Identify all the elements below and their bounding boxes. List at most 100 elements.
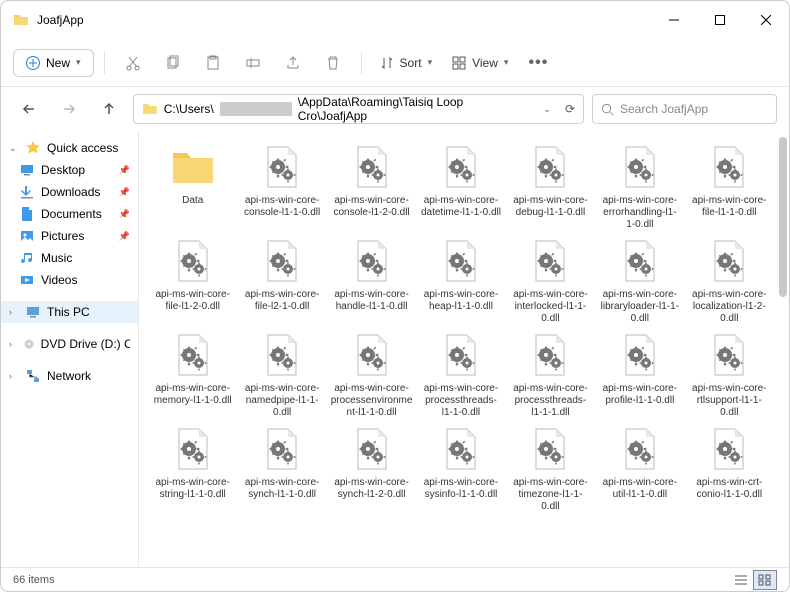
close-button[interactable] [743,1,789,39]
forward-button[interactable] [53,93,85,125]
file-label: api-ms-win-core-timezone-l1-1-0.dll [509,477,591,513]
window-controls [651,1,789,39]
sidebar-dvd[interactable]: › DVD Drive (D:) CCCC [1,333,138,355]
search-input[interactable]: Search JoafjApp [592,94,777,124]
copy-button[interactable] [155,47,191,79]
view-label: View [472,56,498,70]
share-button[interactable] [275,47,311,79]
file-item[interactable]: api-ms-win-core-processenvironment-l1-1-… [328,329,415,421]
folder-item[interactable]: Data [149,141,236,233]
file-item[interactable]: api-ms-win-core-processthreads-l1-1-1.dl… [507,329,594,421]
file-label: api-ms-win-core-handle-l1-1-0.dll [331,289,413,325]
icons-view-button[interactable] [753,570,777,590]
titlebar: JoafjApp [1,1,789,39]
address-bar[interactable]: C:\Users\████████\AppData\Roaming\Taisiq… [133,94,584,124]
pictures-icon [19,228,35,244]
file-item[interactable]: api-ms-win-core-rtlsupport-l1-1-0.dll [686,329,773,421]
sidebar-item-label: Videos [41,273,77,287]
sidebar-item-videos[interactable]: Videos [1,269,138,291]
dll-file-icon [526,143,574,191]
file-item[interactable]: api-ms-win-core-synch-l1-2-0.dll [328,423,415,515]
file-item[interactable]: api-ms-win-core-console-l1-1-0.dll [238,141,325,233]
file-item[interactable]: api-ms-win-core-heap-l1-1-0.dll [417,235,504,327]
file-item[interactable]: api-ms-win-core-debug-l1-1-0.dll [507,141,594,233]
dll-file-icon [526,237,574,285]
file-item[interactable]: api-ms-win-core-util-l1-1-0.dll [596,423,683,515]
file-item[interactable]: api-ms-win-core-profile-l1-1-0.dll [596,329,683,421]
sidebar-network[interactable]: › Network [1,365,138,387]
file-label: api-ms-win-core-interlocked-l1-1-0.dll [509,289,591,325]
dll-file-icon [616,425,664,473]
up-button[interactable] [93,93,125,125]
back-button[interactable] [13,93,45,125]
sidebar-item-documents[interactable]: Documents📌 [1,203,138,225]
rename-button[interactable] [235,47,271,79]
delete-button[interactable] [315,47,351,79]
new-label: New [46,56,70,70]
view-button[interactable]: View ▾ [444,50,516,76]
file-label: api-ms-win-core-memory-l1-1-0.dll [152,383,234,419]
file-item[interactable]: api-ms-win-core-sysinfo-l1-1-0.dll [417,423,504,515]
sort-button[interactable]: Sort ▾ [372,50,441,76]
details-view-button[interactable] [729,570,753,590]
scrollbar[interactable] [779,137,787,297]
file-item[interactable]: api-ms-win-core-processthreads-l1-1-0.dl… [417,329,504,421]
dll-file-icon [169,331,217,379]
dll-file-icon [437,425,485,473]
file-item[interactable]: api-ms-win-core-datetime-l1-1-0.dll [417,141,504,233]
dll-file-icon [705,331,753,379]
maximize-button[interactable] [697,1,743,39]
chevron-down-icon[interactable]: ⌄ [543,104,551,115]
dll-file-icon [258,237,306,285]
file-label: api-ms-win-core-processthreads-l1-1-0.dl… [420,383,502,419]
sidebar-label: DVD Drive (D:) CCCC [41,337,130,351]
file-item[interactable]: api-ms-win-core-localization-l1-2-0.dll [686,235,773,327]
file-item[interactable]: api-ms-win-core-string-l1-1-0.dll [149,423,236,515]
body: ⌄ Quick access Desktop📌Downloads📌Documen… [1,131,789,567]
path-prefix: C:\Users\ [164,102,214,116]
paste-button[interactable] [195,47,231,79]
sidebar-quick-access[interactable]: ⌄ Quick access [1,137,138,159]
file-item[interactable]: api-ms-win-core-file-l1-2-0.dll [149,235,236,327]
cut-button[interactable] [115,47,151,79]
sidebar-item-label: Music [41,251,72,265]
more-button[interactable]: ••• [520,47,556,79]
file-item[interactable]: api-ms-win-core-synch-l1-1-0.dll [238,423,325,515]
file-label: api-ms-win-crt-conio-l1-1-0.dll [688,477,770,513]
pin-icon: 📌 [119,165,130,176]
file-item[interactable]: api-ms-win-core-memory-l1-1-0.dll [149,329,236,421]
sidebar-item-pictures[interactable]: Pictures📌 [1,225,138,247]
dll-file-icon [437,237,485,285]
file-item[interactable]: api-ms-win-core-namedpipe-l1-1-0.dll [238,329,325,421]
file-item[interactable]: api-ms-win-core-file-l2-1-0.dll [238,235,325,327]
pin-icon: 📌 [119,187,130,198]
file-label: api-ms-win-core-heap-l1-1-0.dll [420,289,502,325]
sidebar-this-pc[interactable]: › This PC [1,301,138,323]
file-item[interactable]: api-ms-win-core-console-l1-2-0.dll [328,141,415,233]
sidebar-item-desktop[interactable]: Desktop📌 [1,159,138,181]
sidebar-item-music[interactable]: Music [1,247,138,269]
minimize-button[interactable] [651,1,697,39]
file-label: api-ms-win-core-debug-l1-1-0.dll [509,195,591,231]
sidebar-item-downloads[interactable]: Downloads📌 [1,181,138,203]
refresh-button[interactable]: ⟳ [565,102,575,116]
file-item[interactable]: api-ms-win-core-handle-l1-1-0.dll [328,235,415,327]
file-label: api-ms-win-core-errorhandling-l1-1-0.dll [599,195,681,231]
folder-icon [142,101,158,117]
file-item[interactable]: api-ms-win-core-errorhandling-l1-1-0.dll [596,141,683,233]
sidebar-item-label: Documents [41,207,102,221]
sidebar-label: This PC [47,305,90,319]
file-label: api-ms-win-core-file-l1-1-0.dll [688,195,770,231]
view-icon [452,56,466,70]
file-item[interactable]: api-ms-win-core-libraryloader-l1-1-0.dll [596,235,683,327]
dll-file-icon [169,425,217,473]
file-item[interactable]: api-ms-win-core-interlocked-l1-1-0.dll [507,235,594,327]
new-button[interactable]: New ▾ [13,49,94,77]
file-label: api-ms-win-core-synch-l1-2-0.dll [331,477,413,513]
music-icon [19,250,35,266]
file-item[interactable]: api-ms-win-core-file-l1-1-0.dll [686,141,773,233]
content-area: Dataapi-ms-win-core-console-l1-1-0.dllap… [139,131,789,567]
file-item[interactable]: api-ms-win-crt-conio-l1-1-0.dll [686,423,773,515]
search-placeholder: Search JoafjApp [620,102,708,116]
file-item[interactable]: api-ms-win-core-timezone-l1-1-0.dll [507,423,594,515]
